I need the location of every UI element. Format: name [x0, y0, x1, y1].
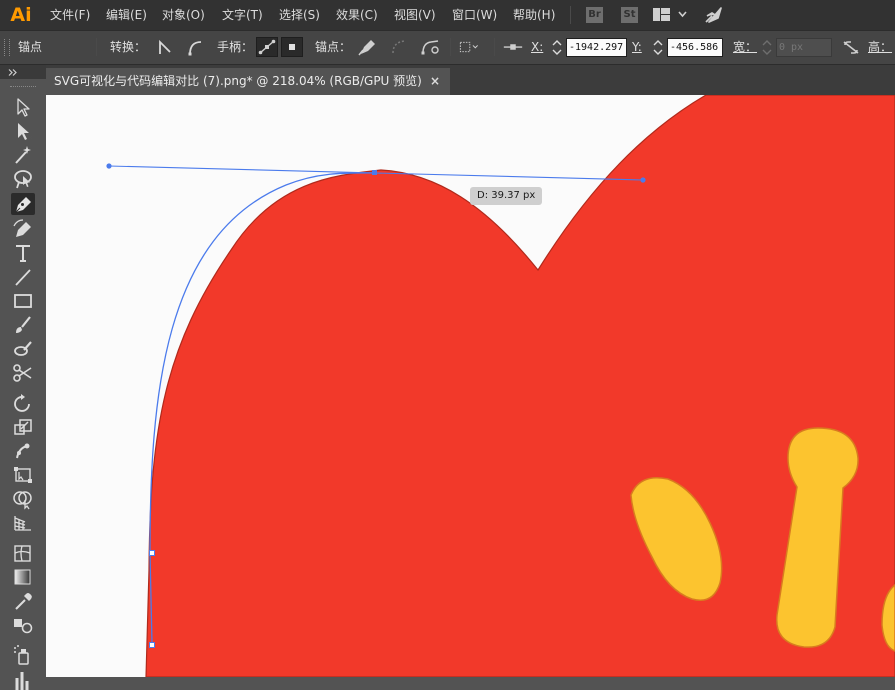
shape-builder-tool-icon[interactable] [11, 488, 35, 510]
shaper-tool-icon[interactable] [11, 338, 35, 360]
handles-icon [258, 39, 276, 55]
width-label: 宽： [733, 40, 758, 54]
handles-label: 手柄： [217, 40, 254, 54]
connect-endpoints-icon[interactable] [388, 37, 410, 57]
line-segment-tool-icon[interactable] [11, 266, 35, 288]
toolbox-header[interactable] [0, 65, 46, 79]
select-similar-icon[interactable] [458, 37, 480, 57]
x-coordinate-input[interactable]: -1942.297 [566, 38, 627, 57]
width-stepper[interactable] [761, 38, 773, 57]
gradient-tool-icon[interactable] [11, 566, 35, 588]
artwork [106, 95, 895, 677]
x-label: X: [531, 40, 544, 54]
anchor-point-selected[interactable] [372, 170, 377, 175]
show-handles-button[interactable] [256, 37, 278, 57]
panel-grip[interactable] [4, 39, 10, 56]
y-label: Y: [632, 40, 642, 54]
reference-point-icon[interactable] [502, 37, 524, 57]
blend-tool-icon[interactable] [11, 614, 35, 636]
menu-edit[interactable]: 编辑(E) [106, 0, 147, 30]
y-coordinate-input[interactable]: -456.586 [667, 38, 723, 57]
app-logo: Ai [10, 4, 32, 26]
bridge-icon[interactable]: Br [586, 7, 603, 23]
document-tab-title: SVG可视化与代码编辑对比 (7).png* @ 218.04% (RGB/GP… [54, 74, 422, 88]
panel-grip[interactable] [10, 86, 36, 89]
rotate-tool-icon[interactable] [11, 392, 35, 414]
menu-divider [570, 6, 571, 24]
scissors-tool-icon[interactable] [11, 362, 35, 384]
control-bar: 锚点 转换： 手柄： 锚点： X: -1942.297 Y: -456.586 … [0, 30, 895, 65]
x-stepper[interactable] [551, 38, 563, 57]
type-tool-icon[interactable] [11, 242, 35, 264]
menu-bar: Ai 文件(F) 编辑(E) 对象(O) 文字(T) 选择(S) 效果(C) 视… [0, 0, 895, 30]
menu-view[interactable]: 视图(V) [394, 0, 436, 30]
anchor-only-icon [289, 44, 295, 50]
convert-label: 转换： [110, 40, 147, 54]
menu-object[interactable]: 对象(O) [162, 0, 205, 30]
menu-window[interactable]: 窗口(W) [452, 0, 497, 30]
remove-anchor-icon[interactable] [356, 37, 378, 57]
pen-tool-icon [14, 197, 31, 214]
gpu-performance-icon[interactable] [703, 6, 723, 24]
anchor-point[interactable] [149, 642, 155, 648]
direction-handle-left[interactable] [106, 163, 112, 169]
curvature-tool-icon[interactable] [11, 218, 35, 240]
close-tab-icon[interactable]: × [430, 68, 440, 94]
cut-path-at-anchor-icon[interactable] [419, 37, 441, 57]
artboard-canvas[interactable]: D: 39.37 px [46, 95, 895, 677]
eyedropper-tool-icon[interactable] [11, 590, 35, 612]
mesh-tool-icon[interactable] [11, 542, 35, 564]
convert-to-corner-icon[interactable] [154, 37, 176, 57]
workspace-layout-icon[interactable] [653, 8, 687, 22]
distance-tooltip: D: 39.37 px [470, 187, 543, 205]
selection-tool-icon[interactable] [11, 96, 35, 118]
hide-handles-button[interactable] [281, 37, 303, 57]
control-divider [450, 38, 451, 56]
document-tab-bar: SVG可视化与代码编辑对比 (7).png* @ 218.04% (RGB/GP… [46, 65, 895, 95]
menu-select[interactable]: 选择(S) [279, 0, 320, 30]
rectangle-tool-icon[interactable] [11, 290, 35, 312]
control-divider [96, 38, 97, 56]
width-input[interactable]: 0 px [776, 38, 832, 57]
menu-effect[interactable]: 效果(C) [336, 0, 378, 30]
free-transform-tool-icon[interactable] [11, 464, 35, 486]
height-label: 高： [868, 40, 893, 54]
pen-tool-button[interactable] [11, 193, 35, 215]
magic-wand-tool-icon[interactable] [11, 144, 35, 166]
menu-file[interactable]: 文件(F) [50, 0, 90, 30]
stock-icon[interactable]: St [621, 7, 638, 23]
constrain-proportions-icon[interactable] [842, 40, 860, 55]
anchor-point[interactable] [149, 550, 155, 556]
puppet-warp-tool-icon[interactable] [11, 440, 35, 462]
menu-help[interactable]: 帮助(H) [513, 0, 555, 30]
paintbrush-tool-icon[interactable] [11, 314, 35, 336]
y-stepper[interactable] [652, 38, 664, 57]
direction-handle-right[interactable] [640, 177, 646, 183]
direct-selection-tool-icon[interactable] [11, 120, 35, 142]
perspective-grid-tool-icon[interactable] [11, 512, 35, 534]
anchor-section-label: 锚点 [18, 40, 43, 54]
anchors-label: 锚点： [315, 40, 352, 54]
symbol-sprayer-tool-icon[interactable] [11, 644, 35, 666]
control-divider [494, 38, 495, 56]
column-graph-tool-icon[interactable] [11, 668, 35, 690]
lasso-tool-icon[interactable] [11, 168, 35, 190]
scale-tool-icon[interactable] [11, 416, 35, 438]
expand-panel-icon[interactable] [8, 69, 18, 76]
menu-type[interactable]: 文字(T) [222, 0, 263, 30]
document-tab[interactable]: SVG可视化与代码编辑对比 (7).png* @ 218.04% (RGB/GP… [46, 68, 450, 95]
convert-to-smooth-icon[interactable] [184, 37, 206, 57]
tools-panel [0, 79, 46, 690]
